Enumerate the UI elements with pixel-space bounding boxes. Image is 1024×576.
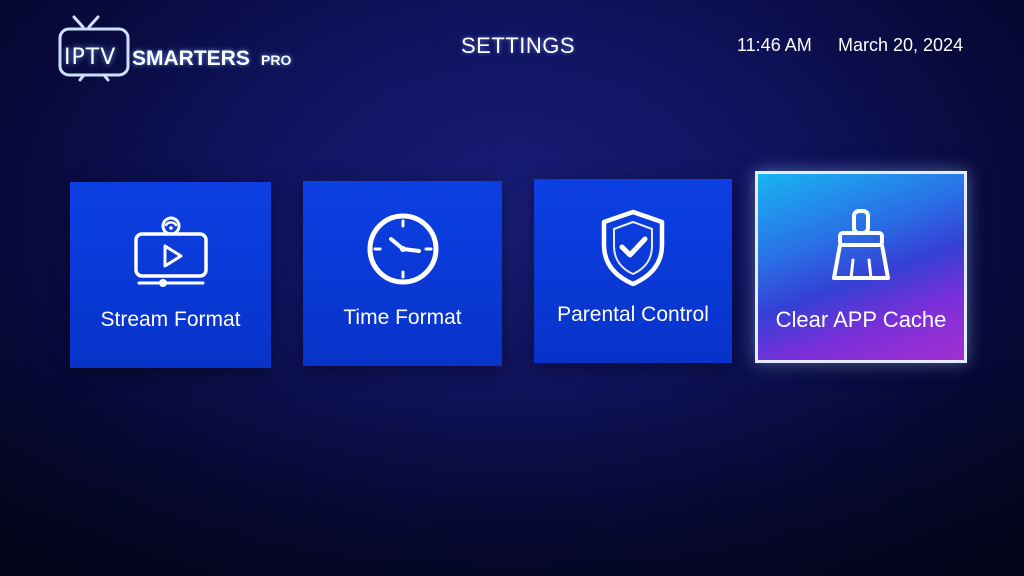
current-date: March 20, 2024 [838,35,964,55]
stream-format-label: Stream Format [100,308,241,331]
shield-check-icon [601,209,665,287]
clock-time: 11:46 AM [737,35,812,55]
app-logo: IPTV SMARTERS PRO [58,14,308,86]
broom-icon [832,209,890,280]
clear-app-cache-label: Clear APP Cache [775,307,947,332]
clock-icon [367,213,438,285]
logo-iptv-text: IPTV [64,45,117,70]
time-format-tile[interactable]: Time Format [303,181,502,366]
page-title: SETTINGS [460,33,575,58]
stream-video-icon [133,216,208,287]
parental-control-tile[interactable]: Parental Control [534,179,732,363]
stream-format-tile[interactable]: Stream Format [70,182,271,368]
logo-pro-text: PRO [261,52,292,68]
time-format-label: Time Format [343,306,462,329]
parental-control-label: Parental Control [557,303,709,326]
logo-smarters-text: SMARTERS [132,47,250,70]
top-bar: IPTV SMARTERS PRO SETTINGS 11:46 AM Marc… [0,0,1024,100]
clear-app-cache-tile[interactable]: Clear APP Cache [755,171,967,363]
